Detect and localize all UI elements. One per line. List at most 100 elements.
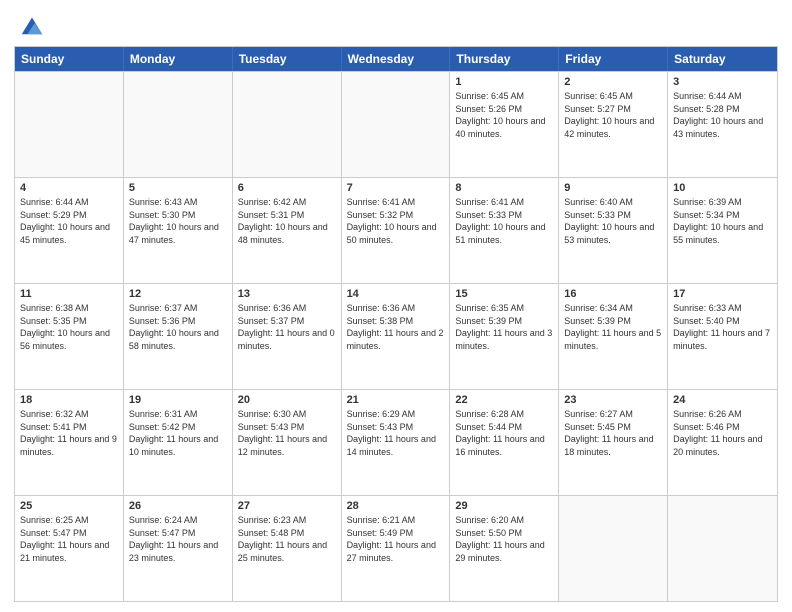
cal-cell: 23 Sunrise: 6:27 AMSunset: 5:45 PMDayligh… xyxy=(559,390,668,495)
cal-cell: 20Sunrise: 6:30 AMSunset: 5:43 PMDayligh… xyxy=(233,390,342,495)
cal-cell: 15 Sunrise: 6:35 AMSunset: 5:39 PMDayligh… xyxy=(450,284,559,389)
day-number: 10 xyxy=(673,182,772,194)
sun-info: Sunrise: 6:29 AMSunset: 5:43 PMDaylight:… xyxy=(347,408,445,458)
cal-cell: 7Sunrise: 6:41 AMSunset: 5:32 PMDaylight… xyxy=(342,178,451,283)
calendar-body: 1 Sunrise: 6:45 AMSunset: 5:26 PMDaylight… xyxy=(15,71,777,601)
day-number: 24 xyxy=(673,394,772,406)
sun-info: Sunrise: 6:26 AMSunset: 5:46 PMDaylight:… xyxy=(673,408,772,458)
day-number: 16 xyxy=(564,288,662,300)
cal-cell: 9 Sunrise: 6:40 AMSunset: 5:33 PMDaylight… xyxy=(559,178,668,283)
cal-header-tuesday: Tuesday xyxy=(233,47,342,71)
cal-cell: 1 Sunrise: 6:45 AMSunset: 5:26 PMDaylight… xyxy=(450,72,559,177)
cal-week-1: 1 Sunrise: 6:45 AMSunset: 5:26 PMDaylight… xyxy=(15,71,777,177)
day-number: 23 xyxy=(564,394,662,406)
cal-header-saturday: Saturday xyxy=(668,47,777,71)
day-number: 28 xyxy=(347,500,445,512)
sun-info: Sunrise: 6:28 AMSunset: 5:44 PMDaylight:… xyxy=(455,408,553,458)
cal-cell xyxy=(342,72,451,177)
sun-info: Sunrise: 6:39 AMSunset: 5:34 PMDaylight:… xyxy=(673,196,772,246)
sun-info: Sunrise: 6:35 AMSunset: 5:39 PMDaylight:… xyxy=(455,302,553,352)
sun-info: Sunrise: 6:44 AMSunset: 5:29 PMDaylight:… xyxy=(20,196,118,246)
day-number: 27 xyxy=(238,500,336,512)
sun-info: Sunrise: 6:45 AMSunset: 5:26 PMDaylight:… xyxy=(455,90,553,140)
cal-cell: 25 Sunrise: 6:25 AMSunset: 5:47 PMDayligh… xyxy=(15,496,124,601)
logo-icon xyxy=(18,10,46,38)
cal-cell: 28 Sunrise: 6:21 AMSunset: 5:49 PMDayligh… xyxy=(342,496,451,601)
day-number: 29 xyxy=(455,500,553,512)
day-number: 3 xyxy=(673,76,772,88)
sun-info: Sunrise: 6:38 AMSunset: 5:35 PMDaylight:… xyxy=(20,302,118,352)
cal-header-sunday: Sunday xyxy=(15,47,124,71)
cal-cell: 24 Sunrise: 6:26 AMSunset: 5:46 PMDayligh… xyxy=(668,390,777,495)
cal-cell: 26 Sunrise: 6:24 AMSunset: 5:47 PMDayligh… xyxy=(124,496,233,601)
cal-cell: 18 Sunrise: 6:32 AMSunset: 5:41 PMDayligh… xyxy=(15,390,124,495)
header xyxy=(14,10,778,38)
sun-info: Sunrise: 6:24 AMSunset: 5:47 PMDaylight:… xyxy=(129,514,227,564)
cal-cell: 19 Sunrise: 6:31 AMSunset: 5:42 PMDayligh… xyxy=(124,390,233,495)
cal-cell: 5Sunrise: 6:43 AMSunset: 5:30 PMDaylight… xyxy=(124,178,233,283)
cal-header-monday: Monday xyxy=(124,47,233,71)
cal-cell: 16 Sunrise: 6:34 AMSunset: 5:39 PMDayligh… xyxy=(559,284,668,389)
calendar-header-row: SundayMondayTuesdayWednesdayThursdayFrid… xyxy=(15,47,777,71)
sun-info: Sunrise: 6:44 AMSunset: 5:28 PMDaylight:… xyxy=(673,90,772,140)
day-number: 13 xyxy=(238,288,336,300)
sun-info: Sunrise: 6:36 AMSunset: 5:37 PMDaylight:… xyxy=(238,302,336,352)
cal-cell: 17 Sunrise: 6:33 AMSunset: 5:40 PMDayligh… xyxy=(668,284,777,389)
sun-info: Sunrise: 6:34 AMSunset: 5:39 PMDaylight:… xyxy=(564,302,662,352)
sun-info: Sunrise: 6:25 AMSunset: 5:47 PMDaylight:… xyxy=(20,514,118,564)
sun-info: Sunrise: 6:31 AMSunset: 5:42 PMDaylight:… xyxy=(129,408,227,458)
day-number: 4 xyxy=(20,182,118,194)
cal-cell: 4 Sunrise: 6:44 AMSunset: 5:29 PMDaylight… xyxy=(15,178,124,283)
sun-info: Sunrise: 6:37 AMSunset: 5:36 PMDaylight:… xyxy=(129,302,227,352)
cal-cell: 13 Sunrise: 6:36 AMSunset: 5:37 PMDayligh… xyxy=(233,284,342,389)
sun-info: Sunrise: 6:33 AMSunset: 5:40 PMDaylight:… xyxy=(673,302,772,352)
cal-cell: 14Sunrise: 6:36 AMSunset: 5:38 PMDayligh… xyxy=(342,284,451,389)
cal-cell: 6 Sunrise: 6:42 AMSunset: 5:31 PMDaylight… xyxy=(233,178,342,283)
day-number: 25 xyxy=(20,500,118,512)
day-number: 8 xyxy=(455,182,553,194)
cal-cell xyxy=(233,72,342,177)
day-number: 9 xyxy=(564,182,662,194)
cal-cell: 10 Sunrise: 6:39 AMSunset: 5:34 PMDayligh… xyxy=(668,178,777,283)
cal-header-thursday: Thursday xyxy=(450,47,559,71)
cal-week-4: 18 Sunrise: 6:32 AMSunset: 5:41 PMDayligh… xyxy=(15,389,777,495)
logo xyxy=(14,10,46,38)
day-number: 20 xyxy=(238,394,336,406)
sun-info: Sunrise: 6:42 AMSunset: 5:31 PMDaylight:… xyxy=(238,196,336,246)
cal-cell xyxy=(15,72,124,177)
cal-cell: 12Sunrise: 6:37 AMSunset: 5:36 PMDayligh… xyxy=(124,284,233,389)
day-number: 6 xyxy=(238,182,336,194)
sun-info: Sunrise: 6:27 AMSunset: 5:45 PMDaylight:… xyxy=(564,408,662,458)
cal-cell: 21 Sunrise: 6:29 AMSunset: 5:43 PMDayligh… xyxy=(342,390,451,495)
sun-info: Sunrise: 6:20 AMSunset: 5:50 PMDaylight:… xyxy=(455,514,553,564)
cal-cell: 2Sunrise: 6:45 AMSunset: 5:27 PMDaylight… xyxy=(559,72,668,177)
calendar: SundayMondayTuesdayWednesdayThursdayFrid… xyxy=(14,46,778,602)
day-number: 26 xyxy=(129,500,227,512)
day-number: 11 xyxy=(20,288,118,300)
day-number: 7 xyxy=(347,182,445,194)
cal-cell xyxy=(124,72,233,177)
day-number: 21 xyxy=(347,394,445,406)
day-number: 17 xyxy=(673,288,772,300)
cal-cell: 22 Sunrise: 6:28 AMSunset: 5:44 PMDayligh… xyxy=(450,390,559,495)
day-number: 1 xyxy=(455,76,553,88)
sun-info: Sunrise: 6:21 AMSunset: 5:49 PMDaylight:… xyxy=(347,514,445,564)
cal-week-2: 4 Sunrise: 6:44 AMSunset: 5:29 PMDaylight… xyxy=(15,177,777,283)
day-number: 18 xyxy=(20,394,118,406)
page: SundayMondayTuesdayWednesdayThursdayFrid… xyxy=(0,0,792,612)
day-number: 15 xyxy=(455,288,553,300)
cal-cell: 29 Sunrise: 6:20 AMSunset: 5:50 PMDayligh… xyxy=(450,496,559,601)
day-number: 5 xyxy=(129,182,227,194)
cal-week-3: 11 Sunrise: 6:38 AMSunset: 5:35 PMDayligh… xyxy=(15,283,777,389)
day-number: 2 xyxy=(564,76,662,88)
sun-info: Sunrise: 6:32 AMSunset: 5:41 PMDaylight:… xyxy=(20,408,118,458)
day-number: 22 xyxy=(455,394,553,406)
cal-cell: 8Sunrise: 6:41 AMSunset: 5:33 PMDaylight… xyxy=(450,178,559,283)
cal-cell: 11 Sunrise: 6:38 AMSunset: 5:35 PMDayligh… xyxy=(15,284,124,389)
sun-info: Sunrise: 6:23 AMSunset: 5:48 PMDaylight:… xyxy=(238,514,336,564)
cal-header-friday: Friday xyxy=(559,47,668,71)
cal-cell: 3 Sunrise: 6:44 AMSunset: 5:28 PMDaylight… xyxy=(668,72,777,177)
cal-header-wednesday: Wednesday xyxy=(342,47,451,71)
sun-info: Sunrise: 6:40 AMSunset: 5:33 PMDaylight:… xyxy=(564,196,662,246)
day-number: 19 xyxy=(129,394,227,406)
